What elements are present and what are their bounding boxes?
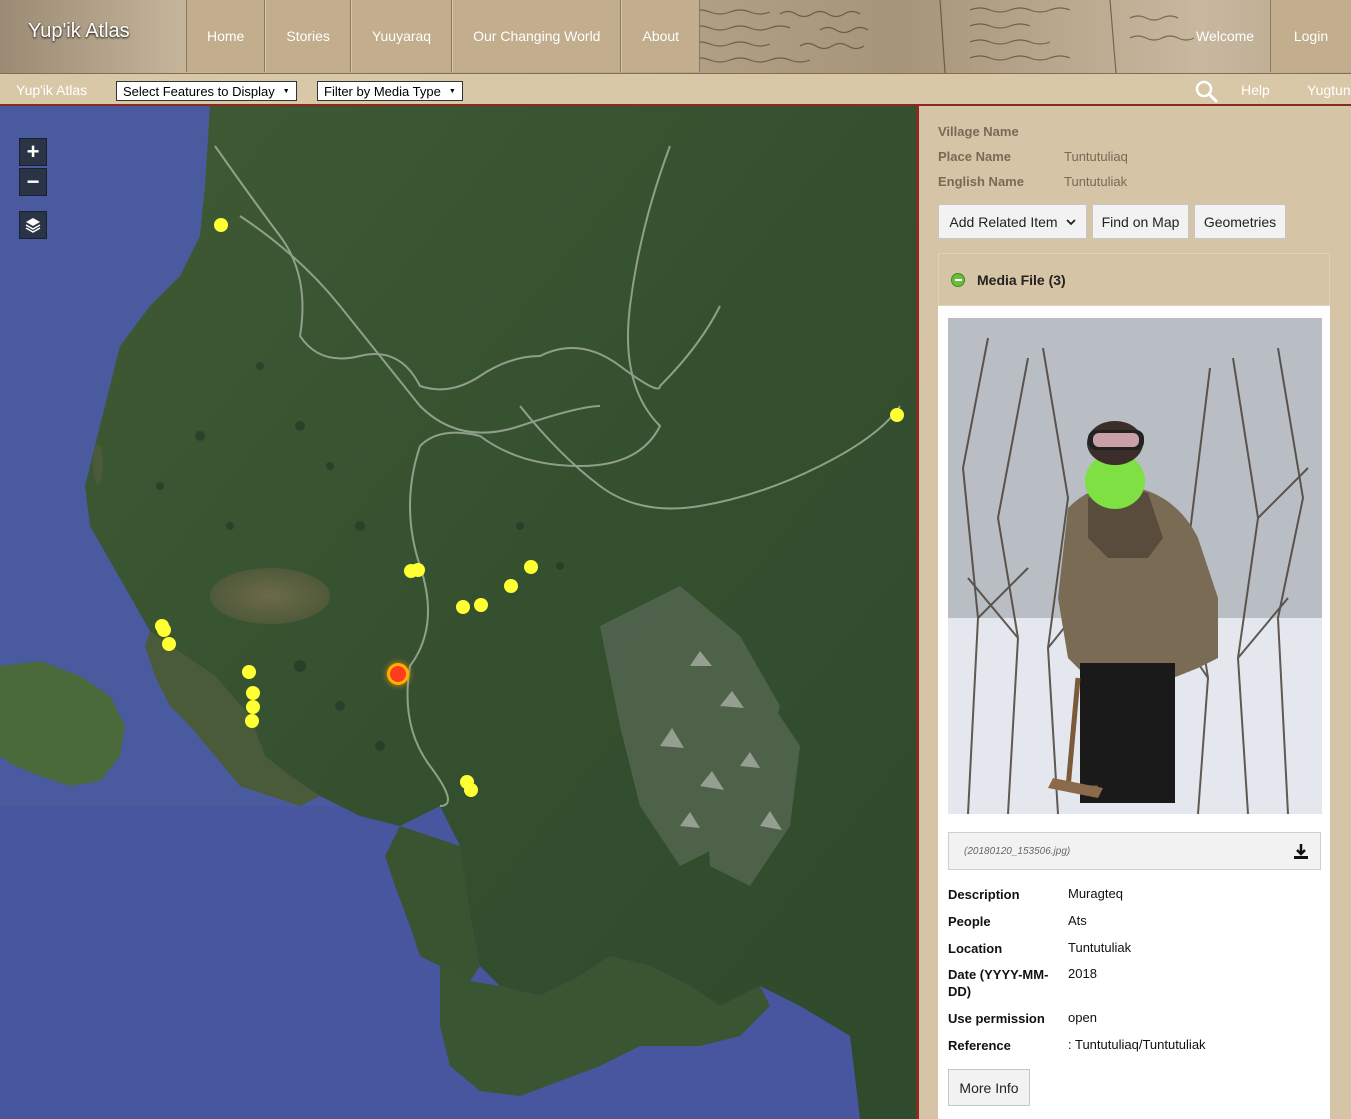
main-nav: Home Stories Yuuyaraq Our Changing World… (186, 0, 701, 73)
map-marker[interactable] (890, 408, 904, 422)
nav-home[interactable]: Home (186, 0, 266, 72)
map-view[interactable]: + − (0, 106, 916, 1119)
map-marker[interactable] (246, 686, 260, 700)
map-marker[interactable] (456, 600, 470, 614)
features-select-label: Select Features to Display (123, 83, 275, 99)
map-marker[interactable] (214, 218, 228, 232)
add-related-item-select[interactable]: Add Related Item (938, 204, 1087, 239)
geometries-button[interactable]: Geometries (1194, 204, 1286, 239)
use-permission-value: open (1068, 1010, 1097, 1025)
map-marker[interactable] (245, 714, 259, 728)
map-marker[interactable] (242, 665, 256, 679)
find-on-map-button[interactable]: Find on Map (1092, 204, 1189, 239)
layers-icon (25, 218, 41, 233)
download-icon[interactable] (1292, 842, 1310, 860)
map-marker[interactable] (162, 637, 176, 651)
map-marker[interactable] (246, 700, 260, 714)
description-value: Muragteq (1068, 886, 1123, 901)
welcome-text: Welcome (1196, 28, 1255, 44)
map-marker[interactable] (474, 598, 488, 612)
date-value: 2018 (1068, 966, 1097, 981)
zoom-out-button[interactable]: − (19, 168, 47, 196)
location-label: Location (948, 941, 1003, 956)
layers-button[interactable] (19, 211, 47, 239)
nav-our-changing-world[interactable]: Our Changing World (452, 0, 622, 72)
place-name-label: Place Name (938, 149, 1011, 164)
more-info-button[interactable]: More Info (948, 1069, 1030, 1106)
media-type-select-label: Filter by Media Type (324, 83, 441, 99)
zoom-in-button[interactable]: + (19, 138, 47, 166)
add-related-item-label: Add Related Item (949, 213, 1058, 230)
media-photo[interactable] (948, 318, 1322, 814)
toolbar-brand[interactable]: Yup'ik Atlas (16, 82, 87, 98)
map-toolbar: Yup'ik Atlas Select Features to Display … (0, 73, 1351, 106)
language-link[interactable]: Yugtun (1307, 82, 1351, 98)
reference-value: : Tuntutuliaq/Tuntutuliak (1068, 1037, 1206, 1052)
date-label: Date (YYYY-MM-DD) (948, 967, 1049, 999)
people-value: Ats (1068, 913, 1087, 928)
village-name-label: Village Name (938, 124, 1019, 139)
map-marker[interactable] (157, 623, 171, 637)
media-type-select[interactable]: Filter by Media Type ▼ (317, 81, 463, 101)
file-name: (20180120_153506.jpg) (964, 846, 1071, 857)
chevron-down-icon (1065, 218, 1076, 225)
login-button[interactable]: Login (1270, 0, 1351, 72)
site-header: Yup'ik Atlas Home Stories Yuuyaraq Our C… (0, 0, 1351, 73)
caret-down-icon: ▼ (448, 87, 456, 95)
description-label: Description (948, 887, 1020, 902)
location-value: Tuntutuliak (1068, 940, 1132, 955)
english-name-value: Tuntutuliak (1064, 174, 1128, 189)
help-link[interactable]: Help (1241, 82, 1270, 98)
search-icon[interactable] (1194, 79, 1218, 103)
features-select[interactable]: Select Features to Display ▼ (116, 81, 297, 101)
selected-map-marker[interactable] (390, 666, 406, 682)
map-marker[interactable] (411, 563, 425, 577)
detail-panel: Village Name Place Name Tuntutuliaq Engl… (919, 106, 1351, 1119)
use-permission-label: Use permission (948, 1011, 1045, 1026)
nav-stories[interactable]: Stories (265, 0, 351, 72)
media-file-title: Media File (3) (977, 271, 1066, 288)
collapse-icon[interactable] (951, 272, 965, 287)
people-label: People (948, 914, 991, 929)
site-logo[interactable]: Yup'ik Atlas (28, 20, 130, 43)
nav-yuuyaraq[interactable]: Yuuyaraq (350, 0, 453, 72)
reference-label: Reference (948, 1038, 1011, 1053)
nav-about[interactable]: About (621, 0, 701, 72)
media-file-section-header[interactable]: Media File (3) (938, 253, 1330, 306)
caret-down-icon: ▼ (282, 87, 290, 95)
place-name-value: Tuntutuliaq (1064, 149, 1128, 164)
map-marker[interactable] (524, 560, 538, 574)
map-marker[interactable] (504, 579, 518, 593)
media-file-body: (20180120_153506.jpg) Description Muragt… (938, 306, 1330, 1119)
file-bar: (20180120_153506.jpg) (948, 832, 1321, 870)
map-marker[interactable] (464, 783, 478, 797)
header-background-art (689, 0, 1195, 73)
english-name-label: English Name (938, 174, 1024, 189)
